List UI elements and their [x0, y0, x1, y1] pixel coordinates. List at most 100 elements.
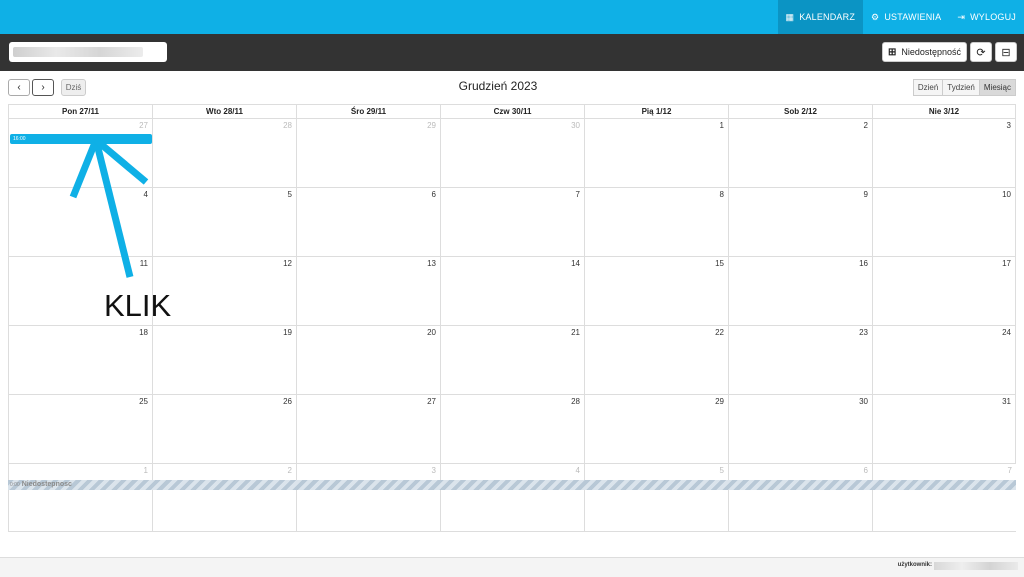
day-cell[interactable]: 14: [440, 257, 584, 325]
day-number[interactable]: 4: [576, 466, 580, 475]
day-number[interactable]: 16: [859, 259, 868, 268]
day-number[interactable]: 28: [283, 121, 292, 130]
day-number[interactable]: 27: [427, 397, 436, 406]
day-cell[interactable]: 29: [584, 395, 728, 463]
day-number[interactable]: 5: [720, 466, 724, 475]
top-navbar: ▦KALENDARZ⚙USTAWIENIA⇥WYLOGUJ: [0, 0, 1024, 34]
weekday-header: Śro 29/11: [296, 105, 440, 118]
day-number[interactable]: 18: [139, 328, 148, 337]
table-view-button[interactable]: ⊟: [995, 42, 1017, 62]
view-button-1[interactable]: Tydzień: [943, 79, 980, 96]
day-cell[interactable]: 5: [584, 464, 728, 531]
search-input[interactable]: [9, 42, 167, 62]
day-number[interactable]: 3: [432, 466, 436, 475]
day-number[interactable]: 5: [288, 190, 292, 199]
day-cell[interactable]: 3: [872, 119, 1016, 187]
day-cell[interactable]: 17: [872, 257, 1016, 325]
day-number[interactable]: 3: [1007, 121, 1011, 130]
day-cell[interactable]: 25: [8, 395, 152, 463]
day-cell[interactable]: 1: [8, 464, 152, 531]
add-unavailability-button[interactable]: ⊞ Niedostępność: [882, 42, 967, 62]
day-number[interactable]: 26: [283, 397, 292, 406]
day-number[interactable]: 7: [1008, 466, 1012, 475]
day-cell[interactable]: 18: [8, 326, 152, 394]
day-number[interactable]: 30: [859, 397, 868, 406]
day-cell[interactable]: 7: [872, 464, 1016, 531]
day-cell[interactable]: 20: [296, 326, 440, 394]
day-cell[interactable]: 22: [584, 326, 728, 394]
day-cell[interactable]: 3: [296, 464, 440, 531]
day-number[interactable]: 6: [864, 466, 868, 475]
day-cell[interactable]: 8: [584, 188, 728, 256]
day-cell[interactable]: 30: [728, 395, 872, 463]
day-number[interactable]: 10: [1002, 190, 1011, 199]
next-month-button[interactable]: ›: [32, 79, 54, 96]
day-cell[interactable]: 15: [584, 257, 728, 325]
day-cell[interactable]: 29: [296, 119, 440, 187]
today-button[interactable]: Dziś: [61, 79, 86, 96]
day-number[interactable]: 30: [571, 121, 580, 130]
day-cell[interactable]: 13: [296, 257, 440, 325]
day-cell[interactable]: 26: [152, 395, 296, 463]
day-cell[interactable]: 28: [152, 119, 296, 187]
day-number[interactable]: 21: [571, 328, 580, 337]
day-number[interactable]: 25: [139, 397, 148, 406]
day-cell[interactable]: 27: [296, 395, 440, 463]
day-cell[interactable]: 4: [440, 464, 584, 531]
nav-item-ustawienia[interactable]: ⚙USTAWIENIA: [863, 0, 949, 34]
day-cell[interactable]: 6: [296, 188, 440, 256]
day-number[interactable]: 28: [571, 397, 580, 406]
day-number[interactable]: 23: [859, 328, 868, 337]
day-cell[interactable]: 9: [728, 188, 872, 256]
day-number[interactable]: 17: [1002, 259, 1011, 268]
day-number[interactable]: 12: [283, 259, 292, 268]
nav-item-wyloguj[interactable]: ⇥WYLOGUJ: [949, 0, 1024, 34]
day-number[interactable]: 20: [427, 328, 436, 337]
footer: użytkownik:: [0, 557, 1024, 577]
day-number[interactable]: 15: [715, 259, 724, 268]
day-cell[interactable]: 16: [728, 257, 872, 325]
day-cell[interactable]: 10: [872, 188, 1016, 256]
day-number[interactable]: 22: [715, 328, 724, 337]
day-number[interactable]: 2: [288, 466, 292, 475]
search-redacted-value: [13, 47, 143, 57]
day-number[interactable]: 9: [864, 190, 868, 199]
view-switcher: DzieńTydzieńMiesiąc: [913, 79, 1016, 96]
nav-item-label: WYLOGUJ: [970, 12, 1016, 22]
day-number[interactable]: 19: [283, 328, 292, 337]
day-cell[interactable]: 2: [728, 119, 872, 187]
day-number[interactable]: 2: [864, 121, 868, 130]
day-number[interactable]: 29: [715, 397, 724, 406]
day-cell[interactable]: 2: [152, 464, 296, 531]
day-number[interactable]: 14: [571, 259, 580, 268]
view-button-2[interactable]: Miesiąc: [980, 79, 1016, 96]
day-cell[interactable]: 7: [440, 188, 584, 256]
day-number[interactable]: 1: [144, 466, 148, 475]
day-cell[interactable]: 30: [440, 119, 584, 187]
day-number[interactable]: 1: [720, 121, 724, 130]
day-cell[interactable]: 19: [152, 326, 296, 394]
view-button-0[interactable]: Dzień: [913, 79, 943, 96]
day-cell[interactable]: 28: [440, 395, 584, 463]
day-number[interactable]: 31: [1002, 397, 1011, 406]
nav-item-kalendarz[interactable]: ▦KALENDARZ: [778, 0, 864, 34]
day-cell[interactable]: 23: [728, 326, 872, 394]
day-cell[interactable]: 21: [440, 326, 584, 394]
day-cell[interactable]: 5: [152, 188, 296, 256]
day-cell[interactable]: 12: [152, 257, 296, 325]
day-cell[interactable]: 6: [728, 464, 872, 531]
prev-month-button[interactable]: ‹: [8, 79, 30, 96]
day-number[interactable]: 24: [1002, 328, 1011, 337]
week-row: 18 19 20 21 22 23 24: [8, 325, 1016, 394]
day-number[interactable]: 29: [427, 121, 436, 130]
day-number[interactable]: 6: [432, 190, 436, 199]
refresh-button[interactable]: ⟳: [970, 42, 992, 62]
unavailability-event[interactable]: 0:00Niedostepnosc: [8, 480, 1016, 490]
nav-item-label: KALENDARZ: [799, 12, 855, 22]
day-cell[interactable]: 1: [584, 119, 728, 187]
day-cell[interactable]: 31: [872, 395, 1016, 463]
day-number[interactable]: 8: [720, 190, 724, 199]
day-number[interactable]: 13: [427, 259, 436, 268]
day-number[interactable]: 7: [576, 190, 580, 199]
day-cell[interactable]: 24: [872, 326, 1016, 394]
